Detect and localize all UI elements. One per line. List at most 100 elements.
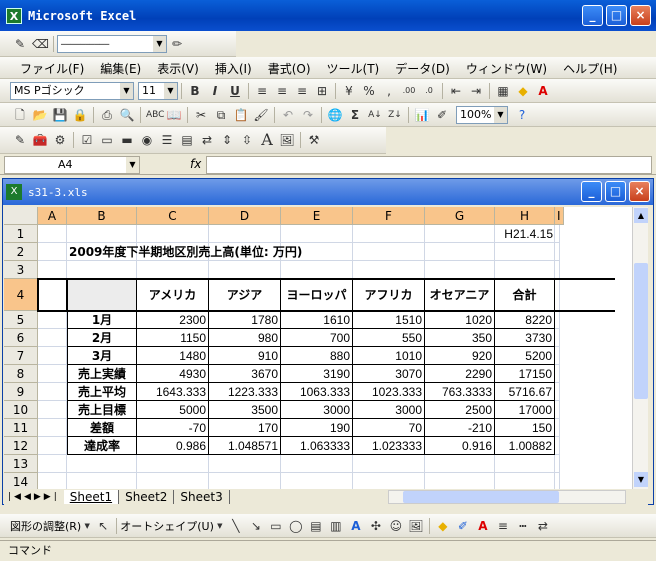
underline-icon[interactable]: U: [227, 83, 243, 99]
chevron-down-icon[interactable]: ▼: [164, 82, 177, 99]
value-cell[interactable]: 5200: [495, 347, 555, 365]
value-cell[interactable]: 1510: [353, 311, 425, 329]
date-cell[interactable]: H21.4.15: [495, 225, 555, 243]
menu-item-3[interactable]: 挿入(I): [207, 60, 260, 77]
workbook-minimize-button[interactable]: _: [581, 181, 602, 202]
value-cell[interactable]: 150: [495, 419, 555, 437]
cell[interactable]: [555, 225, 560, 243]
row-header-9[interactable]: 9: [4, 383, 38, 401]
merge-center-icon[interactable]: ⊞: [314, 83, 330, 99]
cell[interactable]: [38, 347, 67, 365]
cell[interactable]: [38, 455, 67, 473]
menu-item-1[interactable]: 編集(E): [92, 60, 149, 77]
line-style-icon[interactable]: ≡: [495, 518, 511, 534]
eraser-icon[interactable]: ⌫: [32, 36, 49, 52]
row-header-7[interactable]: 7: [4, 347, 38, 365]
value-cell[interactable]: 880: [281, 347, 353, 365]
zoom-combo[interactable]: 100% ▼: [456, 105, 508, 124]
value-cell[interactable]: 4930: [137, 365, 209, 383]
column-label[interactable]: ヨーロッパ: [281, 279, 353, 311]
toolbox-icon[interactable]: 🧰: [32, 132, 48, 148]
hyperlink-icon[interactable]: 🌐: [327, 107, 343, 123]
row-label[interactable]: 差額: [67, 419, 137, 437]
cell[interactable]: [555, 261, 560, 279]
row-label[interactable]: 達成率: [67, 437, 137, 455]
value-cell[interactable]: 3000: [281, 401, 353, 419]
row-header-4[interactable]: 4: [4, 279, 38, 311]
row-header-10[interactable]: 10: [4, 401, 38, 419]
value-cell[interactable]: 2290: [425, 365, 495, 383]
chevron-down-icon[interactable]: ▼: [216, 518, 224, 534]
column-header-D[interactable]: D: [209, 207, 281, 225]
row-header-1[interactable]: 1: [4, 225, 38, 243]
cell[interactable]: [353, 225, 425, 243]
vertical-scroll-thumb[interactable]: [634, 263, 648, 399]
chart-wizard-icon[interactable]: 📊: [414, 107, 430, 123]
drawing-icon[interactable]: ✐: [434, 107, 450, 123]
new-icon[interactable]: 🗋: [12, 107, 28, 123]
italic-icon[interactable]: I: [207, 83, 223, 99]
workbook-close-button[interactable]: ×: [629, 181, 650, 202]
value-cell[interactable]: 3730: [495, 329, 555, 347]
help-icon[interactable]: ?: [514, 107, 530, 123]
cell[interactable]: [495, 261, 555, 279]
column-header-E[interactable]: E: [281, 207, 353, 225]
menu-item-6[interactable]: データ(D): [387, 60, 458, 77]
cell[interactable]: [38, 473, 67, 489]
cell[interactable]: [281, 225, 353, 243]
cell[interactable]: [137, 473, 209, 489]
menu-item-2[interactable]: 表示(V): [149, 60, 207, 77]
sheet-title[interactable]: 2009年度下半期地区別売上高(単位: 万円): [67, 243, 447, 261]
value-cell[interactable]: 1223.333: [209, 383, 281, 401]
column-header-C[interactable]: C: [137, 207, 209, 225]
row-header-3[interactable]: 3: [4, 261, 38, 279]
column-header-H[interactable]: H: [495, 207, 555, 225]
column-header-I[interactable]: I: [555, 207, 564, 225]
bold-icon[interactable]: B: [187, 83, 203, 99]
sheet-tab-3[interactable]: Sheet3: [174, 490, 230, 504]
value-cell[interactable]: 1063.333: [281, 383, 353, 401]
font-combo[interactable]: MS Pゴシック ▼: [10, 81, 134, 100]
line-color-icon[interactable]: ✏: [169, 36, 185, 52]
cell[interactable]: [425, 225, 495, 243]
column-label[interactable]: アメリカ: [137, 279, 209, 311]
sort-descending-icon[interactable]: Z↓: [387, 107, 403, 123]
value-cell[interactable]: 1.023333: [353, 437, 425, 455]
chevron-down-icon[interactable]: ▼: [494, 106, 507, 123]
cell[interactable]: [495, 473, 555, 489]
value-cell[interactable]: 5000: [137, 401, 209, 419]
cell[interactable]: [38, 225, 67, 243]
cell[interactable]: [555, 279, 560, 311]
row-header-6[interactable]: 6: [4, 329, 38, 347]
select-all-corner[interactable]: [4, 207, 38, 225]
column-header-A[interactable]: A: [38, 207, 67, 225]
cell[interactable]: [353, 455, 425, 473]
value-cell[interactable]: 980: [209, 329, 281, 347]
open-icon[interactable]: 📂: [32, 107, 48, 123]
cell[interactable]: [209, 473, 281, 489]
cell[interactable]: [38, 437, 67, 455]
row-header-8[interactable]: 8: [4, 365, 38, 383]
cell[interactable]: [137, 261, 209, 279]
value-cell[interactable]: 3000: [353, 401, 425, 419]
value-cell[interactable]: 700: [281, 329, 353, 347]
listbox-icon[interactable]: ☰: [159, 132, 175, 148]
value-cell[interactable]: 1010: [353, 347, 425, 365]
value-cell[interactable]: 1150: [137, 329, 209, 347]
textbox-icon[interactable]: ▤: [308, 518, 324, 534]
align-right-icon[interactable]: ≡: [294, 83, 310, 99]
sheet-tab-1[interactable]: Sheet1: [63, 490, 120, 504]
picture-icon[interactable]: 🖼: [408, 518, 424, 534]
minimize-button[interactable]: _: [582, 5, 603, 26]
print-icon[interactable]: ⎙: [99, 107, 115, 123]
decrease-indent-icon[interactable]: ⇤: [448, 83, 464, 99]
align-center-icon[interactable]: ≡: [274, 83, 290, 99]
cell[interactable]: [67, 455, 137, 473]
undo-icon[interactable]: ↶: [280, 107, 296, 123]
value-cell[interactable]: -210: [425, 419, 495, 437]
value-cell[interactable]: 1.063333: [281, 437, 353, 455]
cell[interactable]: [555, 383, 560, 401]
row-header-13[interactable]: 13: [4, 455, 38, 473]
rectangle-icon[interactable]: ▭: [268, 518, 284, 534]
scroll-up-icon[interactable]: ▲: [634, 208, 648, 223]
